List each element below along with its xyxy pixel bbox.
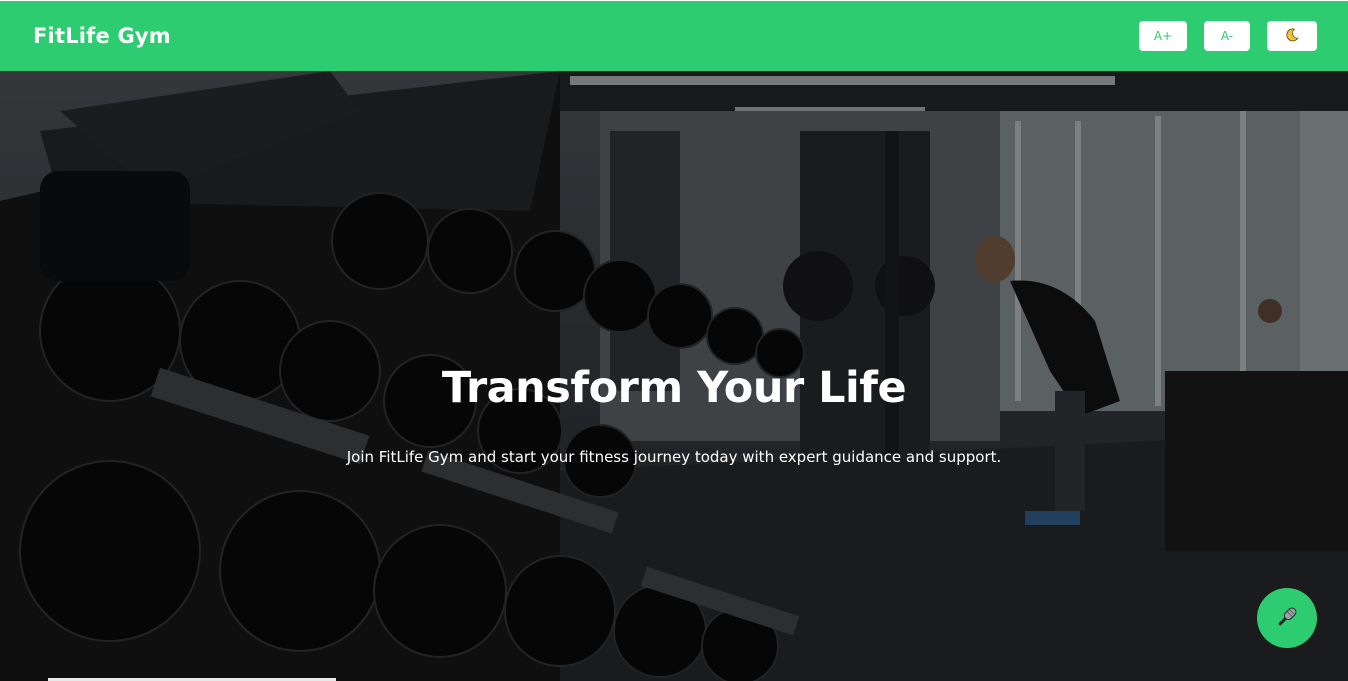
voice-assistant-button[interactable] xyxy=(1257,588,1317,648)
hero-subtitle: Join FitLife Gym and start your fitness … xyxy=(346,448,1002,466)
accessibility-controls: A+ A- xyxy=(1139,21,1317,51)
hero-content: Transform Your Life Join FitLife Gym and… xyxy=(0,71,1348,681)
hero-section: Transform Your Life Join FitLife Gym and… xyxy=(0,71,1348,681)
theme-toggle-button[interactable] xyxy=(1267,21,1317,51)
decrease-font-button[interactable]: A- xyxy=(1204,21,1250,51)
moon-icon xyxy=(1284,27,1300,46)
microphone-icon xyxy=(1273,603,1301,634)
brand-logo-text[interactable]: FitLife Gym xyxy=(33,24,171,48)
top-navbar: FitLife Gym A+ A- xyxy=(0,0,1348,71)
increase-font-button[interactable]: A+ xyxy=(1139,21,1187,51)
hero-title: Transform Your Life xyxy=(441,363,907,413)
